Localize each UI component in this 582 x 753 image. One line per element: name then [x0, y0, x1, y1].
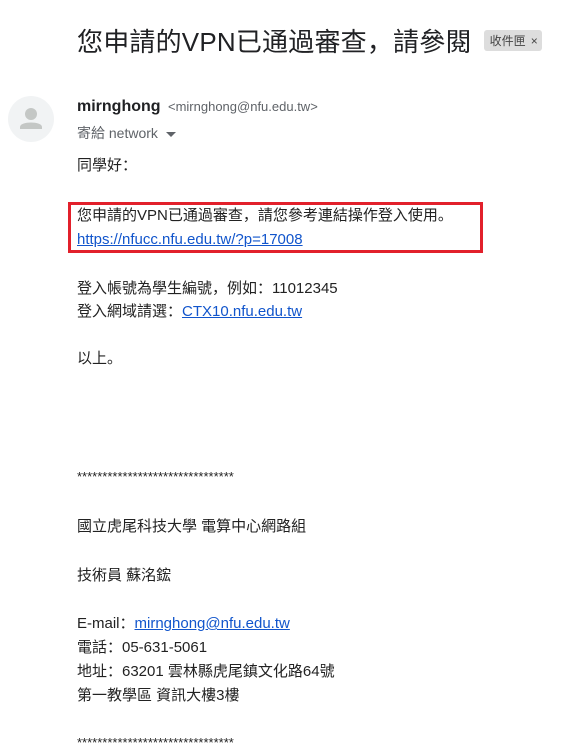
person-icon	[20, 108, 42, 129]
notice-text: 您申請的VPN已通過審查，請您參考連結操作登入使用。	[77, 207, 453, 224]
separator-end: *******************************	[77, 735, 234, 750]
sender-email: <mirnghong@nfu.edu.tw>	[168, 99, 318, 114]
separator: *******************************	[77, 469, 234, 484]
email-line: E-mail：mirnghong@nfu.edu.tw	[77, 614, 290, 634]
recipient-details-toggle[interactable]: 寄給 network	[77, 123, 176, 143]
domain-link[interactable]: CTX10.nfu.edu.tw	[182, 303, 302, 320]
org-name: 國立虎尾科技大學 電算中心網路組	[77, 518, 307, 535]
sender-row: mirnghong <mirnghong@nfu.edu.tw>	[77, 98, 318, 116]
greeting: 同學好：	[77, 157, 138, 174]
remove-label-icon[interactable]: ×	[531, 34, 538, 48]
inbox-label-text: 收件匣	[489, 34, 526, 48]
avatar[interactable]	[8, 96, 54, 142]
contact-email-link[interactable]: mirnghong@nfu.edu.tw	[135, 615, 290, 632]
notice-link[interactable]: https://nfucc.nfu.edu.tw/?p=17008	[77, 231, 303, 248]
building-line: 第一教學區 資訊大樓3樓	[77, 687, 240, 704]
inbox-label-chip[interactable]: 收件匣 ×	[483, 30, 542, 51]
phone-line: 電話：05-631-5061	[77, 639, 208, 656]
chevron-down-icon	[165, 131, 176, 137]
subject-row: 您申請的VPN已通過審查，請參閱 收件匣 ×	[77, 22, 542, 59]
email-prefix: E-mail：	[77, 615, 135, 632]
closing-text: 以上。	[77, 350, 123, 367]
domain-prefix: 登入網域請選：	[77, 303, 183, 320]
recipient-text: 寄給 network	[77, 125, 158, 141]
sender-name[interactable]: mirnghong	[77, 98, 161, 115]
account-line: 登入帳號為學生編號，例如：11012345	[77, 280, 338, 297]
email-subject: 您申請的VPN已通過審查，請參閱	[77, 27, 472, 57]
address-line: 地址：63201 雲林縣虎尾鎮文化路64號	[77, 663, 335, 680]
staff-title: 技術員 蘇洺鋐	[77, 567, 172, 584]
domain-line: 登入網域請選：CTX10.nfu.edu.tw	[77, 302, 302, 322]
